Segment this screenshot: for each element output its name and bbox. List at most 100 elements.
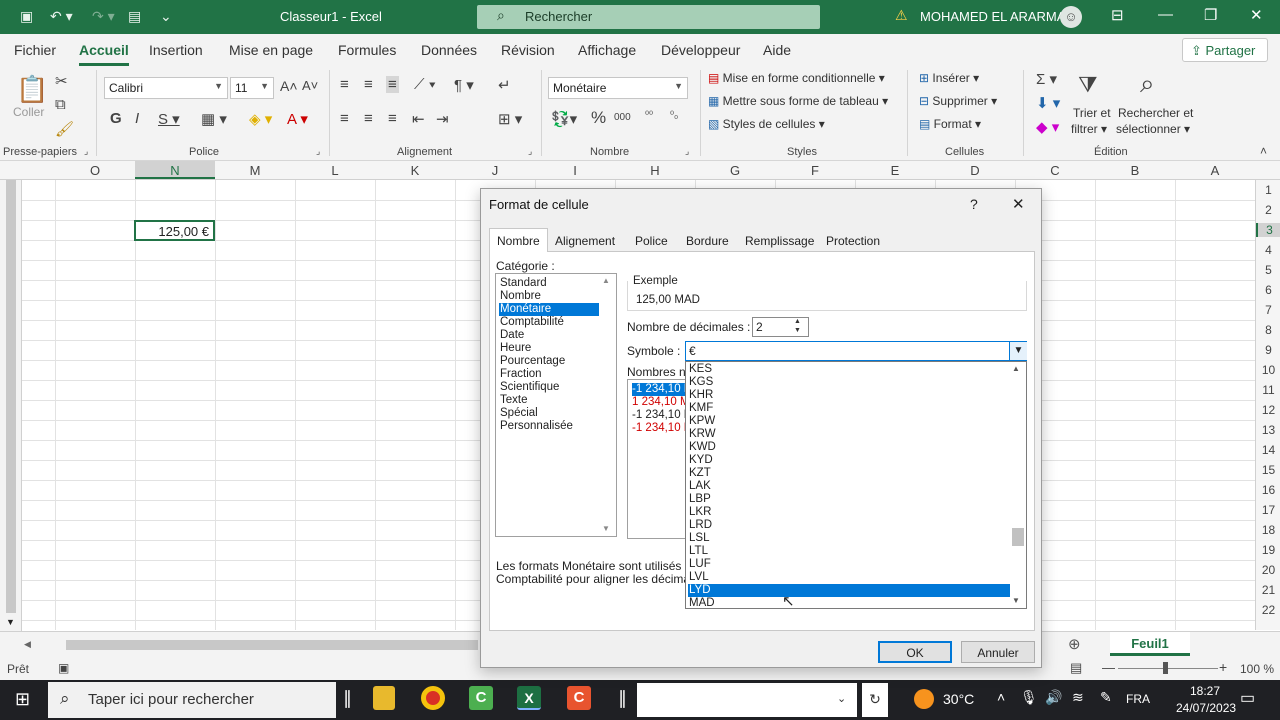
zoom-slider-thumb[interactable] bbox=[1163, 662, 1168, 674]
undo-icon[interactable]: ↶ ▾ bbox=[50, 8, 73, 25]
column-header[interactable]: J bbox=[455, 163, 535, 178]
category-scroll-up-icon[interactable]: ▲ bbox=[602, 276, 610, 285]
sheet-tab-feuil1[interactable]: Feuil1 bbox=[1110, 632, 1190, 656]
category-scroll-down-icon[interactable]: ▼ bbox=[602, 524, 610, 533]
row-header[interactable]: 15 bbox=[1256, 463, 1280, 477]
category-item[interactable]: Spécial bbox=[499, 407, 599, 420]
row-header[interactable]: 9 bbox=[1256, 343, 1280, 357]
wifi-icon[interactable]: ≋ bbox=[1072, 689, 1084, 706]
row-header[interactable]: 3 bbox=[1256, 223, 1280, 237]
shrink-font-icon[interactable]: A˅ bbox=[302, 78, 318, 93]
row-header[interactable]: 12 bbox=[1256, 403, 1280, 417]
macro-record-icon[interactable]: ▣ bbox=[58, 661, 69, 675]
symbol-option[interactable]: MAD bbox=[688, 597, 1010, 610]
decimals-stepper[interactable]: 2 ▲ ▼ bbox=[752, 317, 809, 337]
grow-font-icon[interactable]: A˄ bbox=[280, 78, 298, 94]
minimize-icon[interactable]: — bbox=[1158, 6, 1173, 23]
zoom-slider[interactable] bbox=[1118, 668, 1218, 669]
category-item[interactable]: Texte bbox=[499, 394, 599, 407]
column-header[interactable]: H bbox=[615, 163, 695, 178]
restore-icon[interactable]: ❐ bbox=[1204, 6, 1217, 24]
dialog-tab-bordure[interactable]: Bordure bbox=[679, 232, 736, 252]
column-header[interactable]: L bbox=[295, 163, 375, 178]
thousands-icon[interactable]: 000 bbox=[614, 112, 631, 123]
page-layout-view-icon[interactable]: ▤ bbox=[1070, 660, 1082, 676]
row-header[interactable]: 6 bbox=[1256, 283, 1280, 297]
symbol-option[interactable]: KPW bbox=[688, 415, 1010, 428]
column-header[interactable]: B bbox=[1095, 163, 1175, 178]
category-item[interactable]: Monétaire bbox=[499, 303, 599, 316]
start-icon[interactable]: ⊞ bbox=[15, 689, 30, 710]
underline-icon[interactable]: S ▾ bbox=[158, 110, 180, 128]
row-header[interactable]: 1 bbox=[1256, 183, 1280, 197]
cell-styles-button[interactable]: ▧ Styles de cellules ▾ bbox=[708, 117, 825, 131]
category-item[interactable]: Nombre bbox=[499, 290, 599, 303]
symbol-option[interactable]: LVL bbox=[688, 571, 1010, 584]
dialog-help-button[interactable]: ? bbox=[970, 196, 978, 212]
save-icon[interactable]: ▣ bbox=[20, 8, 33, 25]
notifications-icon[interactable]: ▭ bbox=[1240, 688, 1255, 708]
symbol-option[interactable]: KMF bbox=[688, 402, 1010, 415]
dialog-close-button[interactable]: ✕ bbox=[1012, 195, 1025, 213]
row-header[interactable]: 14 bbox=[1256, 443, 1280, 457]
symbol-scroll-up-icon[interactable]: ▲ bbox=[1012, 364, 1020, 373]
tray-chevron-icon[interactable]: ˄ bbox=[997, 689, 1005, 705]
symbol-option[interactable]: KGS bbox=[688, 376, 1010, 389]
tab-accueil[interactable]: Accueil bbox=[79, 42, 129, 66]
row-header[interactable]: 20 bbox=[1256, 563, 1280, 577]
borders-icon[interactable]: ▦ ▾ bbox=[201, 110, 227, 128]
dialog-tab-police[interactable]: Police bbox=[628, 232, 675, 252]
cancel-button[interactable]: Annuler bbox=[961, 641, 1035, 663]
row-header[interactable]: 17 bbox=[1256, 503, 1280, 517]
tab-insertion[interactable]: Insertion bbox=[149, 42, 203, 58]
horizontal-scroll-thumb[interactable] bbox=[66, 640, 478, 650]
dialog-tab-protection[interactable]: Protection bbox=[819, 232, 887, 252]
increase-decimal-icon[interactable]: ⁰⁰ bbox=[645, 110, 653, 121]
category-item[interactable]: Pourcentage bbox=[499, 355, 599, 368]
tab-revision[interactable]: Révision bbox=[501, 42, 555, 58]
negative-format-item[interactable]: 1 234,10 M bbox=[632, 396, 690, 409]
tab-developpeur[interactable]: Développeur bbox=[661, 42, 740, 58]
symbol-option[interactable]: LTL bbox=[688, 545, 1010, 558]
symbol-scroll-thumb[interactable] bbox=[1012, 528, 1024, 546]
address-dropdown-icon[interactable]: ⌄ bbox=[837, 692, 846, 705]
task-view-icon[interactable]: ∥ bbox=[343, 688, 352, 709]
autosum-icon[interactable]: Σ ▾ bbox=[1036, 70, 1057, 88]
category-item[interactable]: Standard bbox=[499, 277, 599, 290]
cut-icon[interactable]: ✂ bbox=[55, 72, 68, 90]
column-header[interactable]: I bbox=[535, 163, 615, 178]
category-item[interactable]: Fraction bbox=[499, 368, 599, 381]
category-item[interactable]: Comptabilité bbox=[499, 316, 599, 329]
chrome-icon[interactable] bbox=[421, 686, 445, 710]
decrease-decimal-icon[interactable]: ⁰₀ bbox=[670, 110, 678, 121]
row-header[interactable]: 22 bbox=[1256, 603, 1280, 617]
row-header[interactable]: 10 bbox=[1256, 363, 1280, 377]
find-select-icon[interactable]: ⌕ bbox=[1140, 68, 1155, 100]
row-header[interactable]: 18 bbox=[1256, 523, 1280, 537]
row-header[interactable]: 2 bbox=[1256, 203, 1280, 217]
format-as-table-button[interactable]: ▦ Mettre sous forme de tableau ▾ bbox=[708, 94, 888, 108]
fill-icon[interactable]: ⬇ ▾ bbox=[1036, 94, 1060, 112]
avatar[interactable]: ☺ bbox=[1060, 6, 1082, 28]
zoom-level[interactable]: 100 % bbox=[1240, 662, 1274, 676]
symbol-option[interactable]: KZT bbox=[688, 467, 1010, 480]
taskbar-search-input[interactable]: ⌕ Taper ici pour rechercher bbox=[48, 682, 336, 718]
tab-formules[interactable]: Formules bbox=[338, 42, 396, 58]
share-button[interactable]: ⇪ Partager bbox=[1182, 38, 1268, 62]
column-header[interactable]: N bbox=[135, 161, 215, 179]
clipboard-launcher-icon[interactable]: ⌟ bbox=[84, 146, 88, 157]
zoom-out-icon[interactable]: — bbox=[1102, 660, 1115, 675]
dialog-tab-alignement[interactable]: Alignement bbox=[548, 232, 622, 252]
category-item[interactable]: Date bbox=[499, 329, 599, 342]
accounting-format-icon[interactable]: 💱▾ bbox=[551, 110, 577, 128]
delete-cells-button[interactable]: ⊟ Supprimer ▾ bbox=[919, 94, 997, 108]
row-header[interactable]: 13 bbox=[1256, 423, 1280, 437]
column-header[interactable]: M bbox=[215, 163, 295, 178]
merge-center-icon[interactable]: ⊞ ▾ bbox=[498, 110, 522, 128]
symbol-option[interactable]: KYD bbox=[688, 454, 1010, 467]
symbol-dropdown-list[interactable]: ▲ ▼ KES KGS KHR KMF KPW KRW KWD KYD KZT LAK LBP LKR… bbox=[685, 361, 1027, 609]
column-header[interactable]: O bbox=[55, 163, 135, 178]
row-header[interactable]: 16 bbox=[1256, 483, 1280, 497]
tab-donnees[interactable]: Données bbox=[421, 42, 477, 58]
symbol-option[interactable]: LUF bbox=[688, 558, 1010, 571]
